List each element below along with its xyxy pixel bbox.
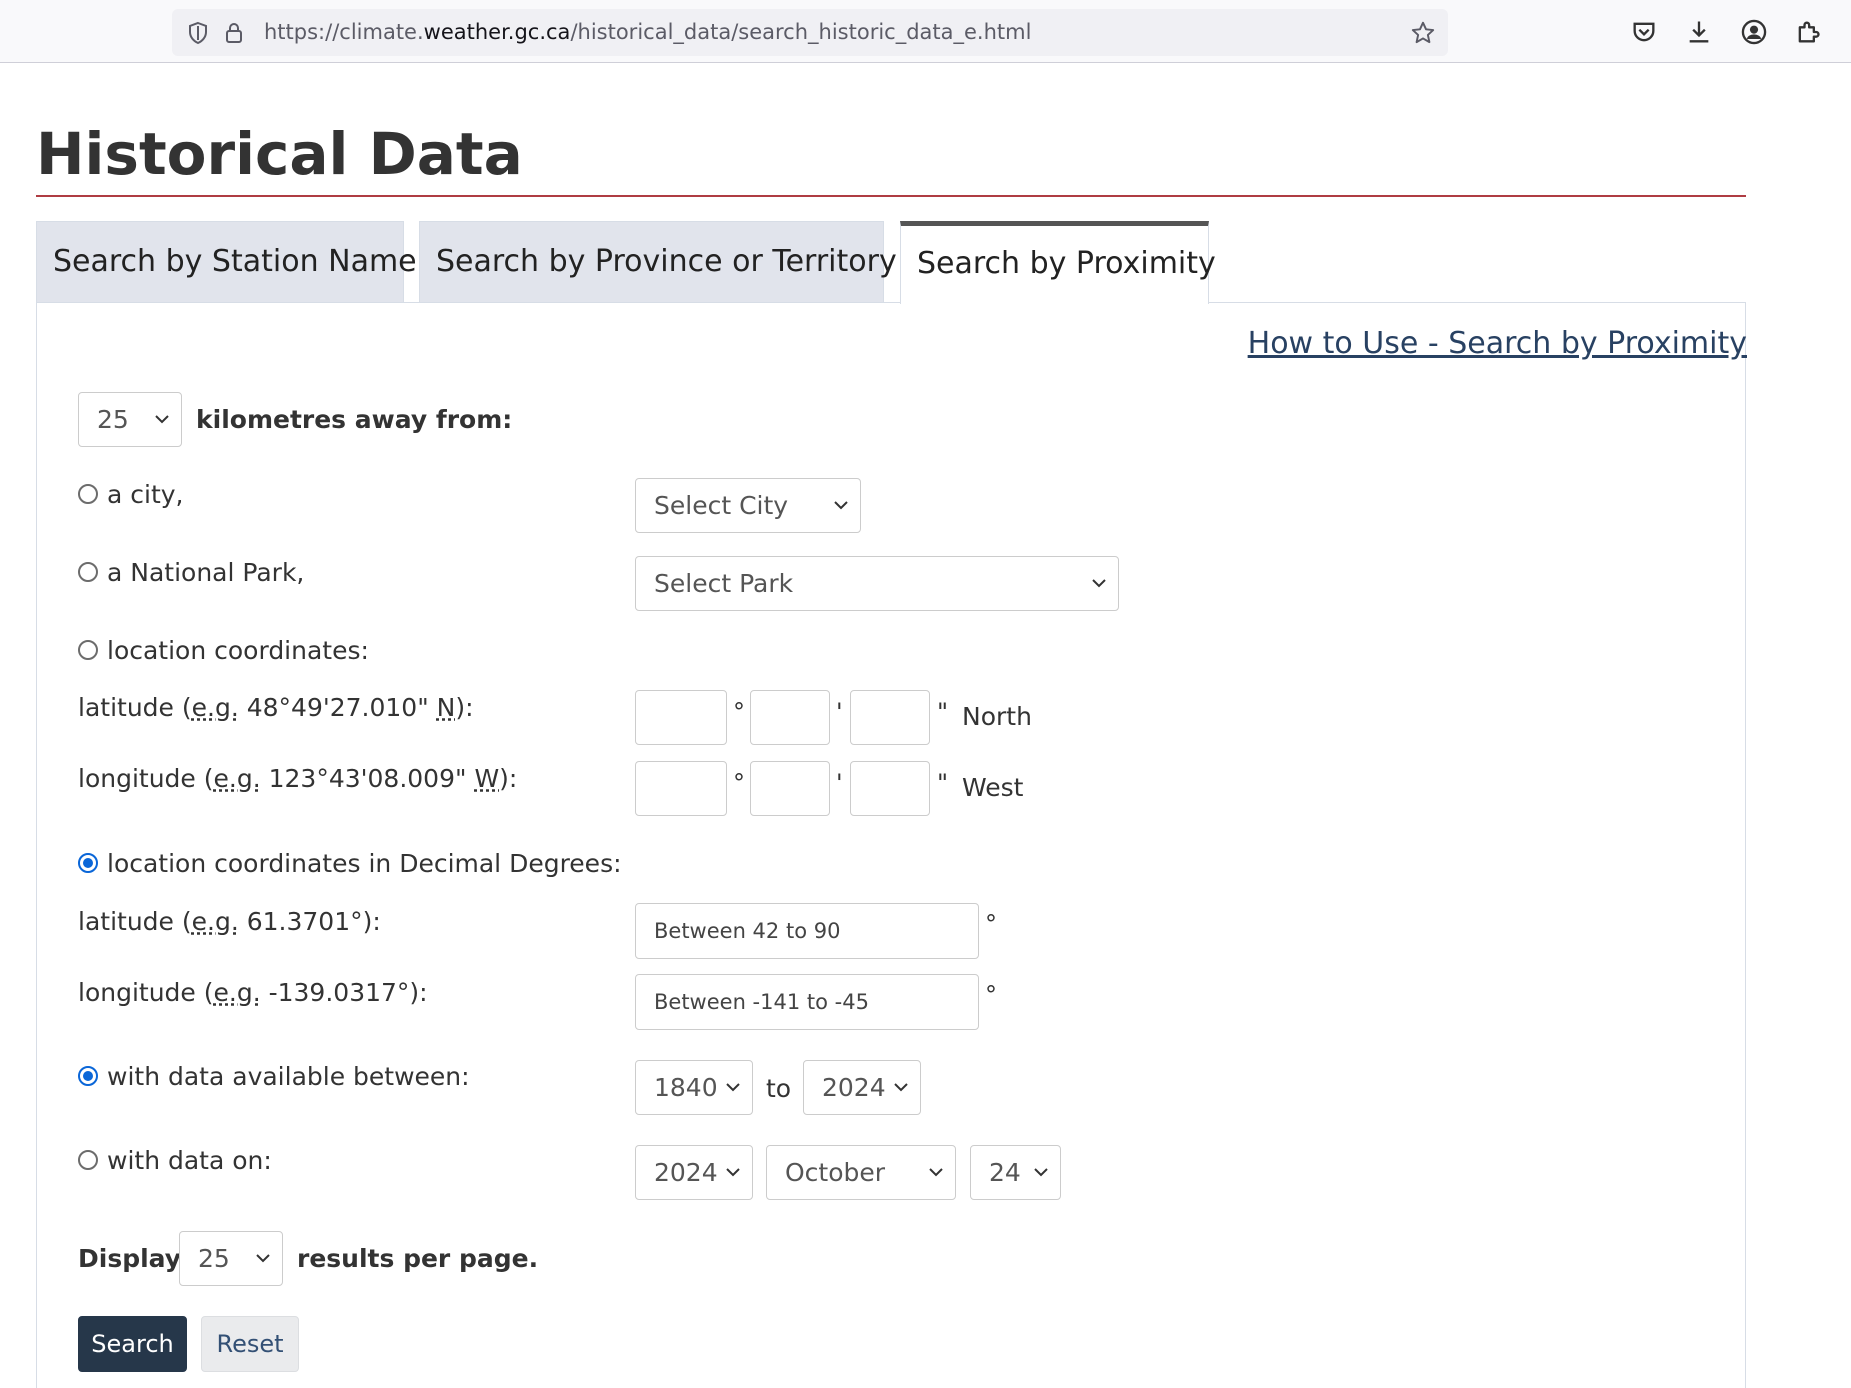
data-range-radio[interactable] — [78, 1066, 98, 1086]
chevron-down-icon — [1092, 579, 1106, 588]
tab-search-by-station-name[interactable]: Search by Station Name — [36, 221, 417, 303]
tab-panel-proximity — [36, 302, 1746, 1388]
decimal-degrees-radio-label: location coordinates in Decimal Degrees: — [107, 849, 622, 878]
degree-symbol: ° — [985, 910, 997, 938]
decimal-longitude-input[interactable]: Between -141 to -45 — [635, 974, 979, 1030]
chevron-down-icon — [1034, 1168, 1048, 1177]
distance-select[interactable]: 25 — [78, 392, 182, 447]
bookmark-star-icon[interactable] — [1410, 20, 1436, 46]
degree-symbol: ° — [985, 981, 997, 1009]
pocket-icon[interactable] — [1630, 18, 1658, 46]
city-radio-label: a city, — [107, 480, 184, 509]
park-radio-label: a National Park, — [107, 558, 305, 587]
data-on-radio[interactable] — [78, 1150, 98, 1170]
park-select[interactable]: Select Park — [635, 556, 1119, 611]
dms-latitude-label: latitude (e.g. 48°49'27.010" N): — [78, 693, 474, 722]
dms-longitude-label: longitude (e.g. 123°43'08.009" W): — [78, 764, 518, 793]
longitude-degrees-input[interactable] — [635, 761, 727, 816]
address-bar[interactable]: https://climate.weather.gc.ca/historical… — [172, 9, 1448, 56]
date-year-value: 2024 — [654, 1158, 718, 1187]
west-label: West — [962, 773, 1024, 802]
distance-label: kilometres away from: — [196, 405, 513, 434]
decimal-latitude-label: latitude (e.g. 61.3701°): — [78, 907, 381, 936]
coordinates-radio-label: location coordinates: — [107, 636, 369, 665]
city-select[interactable]: Select City — [635, 478, 861, 533]
degree-symbol: ° — [733, 698, 745, 726]
start-year-value: 1840 — [654, 1073, 718, 1102]
chevron-down-icon — [256, 1254, 270, 1263]
data-range-radio-label: with data available between: — [107, 1062, 470, 1091]
how-to-use-link[interactable]: How to Use - Search by Proximity — [1248, 326, 1747, 361]
north-label: North — [962, 702, 1032, 731]
chevron-down-icon — [894, 1083, 908, 1092]
minute-symbol: ' — [836, 698, 843, 726]
lock-icon[interactable] — [222, 21, 246, 45]
extensions-icon[interactable] — [1794, 18, 1822, 46]
chevron-down-icon — [834, 501, 848, 510]
park-radio[interactable] — [78, 562, 98, 582]
chevron-down-icon — [929, 1168, 943, 1177]
reset-button[interactable]: Reset — [201, 1316, 299, 1372]
end-year-value: 2024 — [822, 1073, 886, 1102]
results-per-page-select[interactable]: 25 — [179, 1231, 283, 1286]
longitude-minutes-input[interactable] — [750, 761, 830, 816]
title-divider — [36, 195, 1746, 197]
data-on-radio-label: with data on: — [107, 1146, 272, 1175]
longitude-seconds-input[interactable] — [850, 761, 930, 816]
date-year-select[interactable]: 2024 — [635, 1145, 753, 1200]
end-year-select[interactable]: 2024 — [803, 1060, 921, 1115]
download-icon[interactable] — [1685, 18, 1713, 46]
chevron-down-icon — [726, 1083, 740, 1092]
latitude-minutes-input[interactable] — [750, 690, 830, 745]
date-day-select[interactable]: 24 — [970, 1145, 1061, 1200]
second-symbol: " — [937, 769, 949, 797]
decimal-longitude-label: longitude (e.g. -139.0317°): — [78, 978, 428, 1007]
tab-search-by-province[interactable]: Search by Province or Territory — [419, 221, 897, 303]
park-select-value: Select Park — [654, 569, 794, 598]
browser-toolbar: https://climate.weather.gc.ca/historical… — [0, 0, 1851, 63]
results-per-page-value: 25 — [198, 1244, 230, 1273]
distance-select-value: 25 — [97, 405, 129, 434]
date-month-select[interactable]: October — [766, 1145, 956, 1200]
chevron-down-icon — [155, 415, 169, 424]
minute-symbol: ' — [836, 769, 843, 797]
coordinates-radio[interactable] — [78, 640, 98, 660]
latitude-seconds-input[interactable] — [850, 690, 930, 745]
city-radio[interactable] — [78, 484, 98, 504]
shield-icon[interactable] — [186, 21, 210, 45]
to-label: to — [766, 1074, 792, 1103]
degree-symbol: ° — [733, 769, 745, 797]
city-select-value: Select City — [654, 491, 789, 520]
date-day-value: 24 — [989, 1158, 1021, 1187]
results-per-page-label: results per page. — [297, 1244, 539, 1273]
decimal-degrees-radio[interactable] — [78, 853, 98, 873]
latitude-degrees-input[interactable] — [635, 690, 727, 745]
second-symbol: " — [937, 698, 949, 726]
start-year-select[interactable]: 1840 — [635, 1060, 753, 1115]
page-title: Historical Data — [36, 120, 523, 188]
date-month-value: October — [785, 1158, 886, 1187]
account-icon[interactable] — [1740, 18, 1768, 46]
tab-search-by-proximity[interactable]: Search by Proximity — [900, 221, 1216, 304]
display-label: Display — [78, 1244, 182, 1273]
url-text: https://climate.weather.gc.ca/historical… — [264, 20, 1032, 44]
decimal-latitude-input[interactable]: Between 42 to 90 — [635, 903, 979, 959]
search-button[interactable]: Search — [78, 1316, 187, 1372]
chevron-down-icon — [726, 1168, 740, 1177]
